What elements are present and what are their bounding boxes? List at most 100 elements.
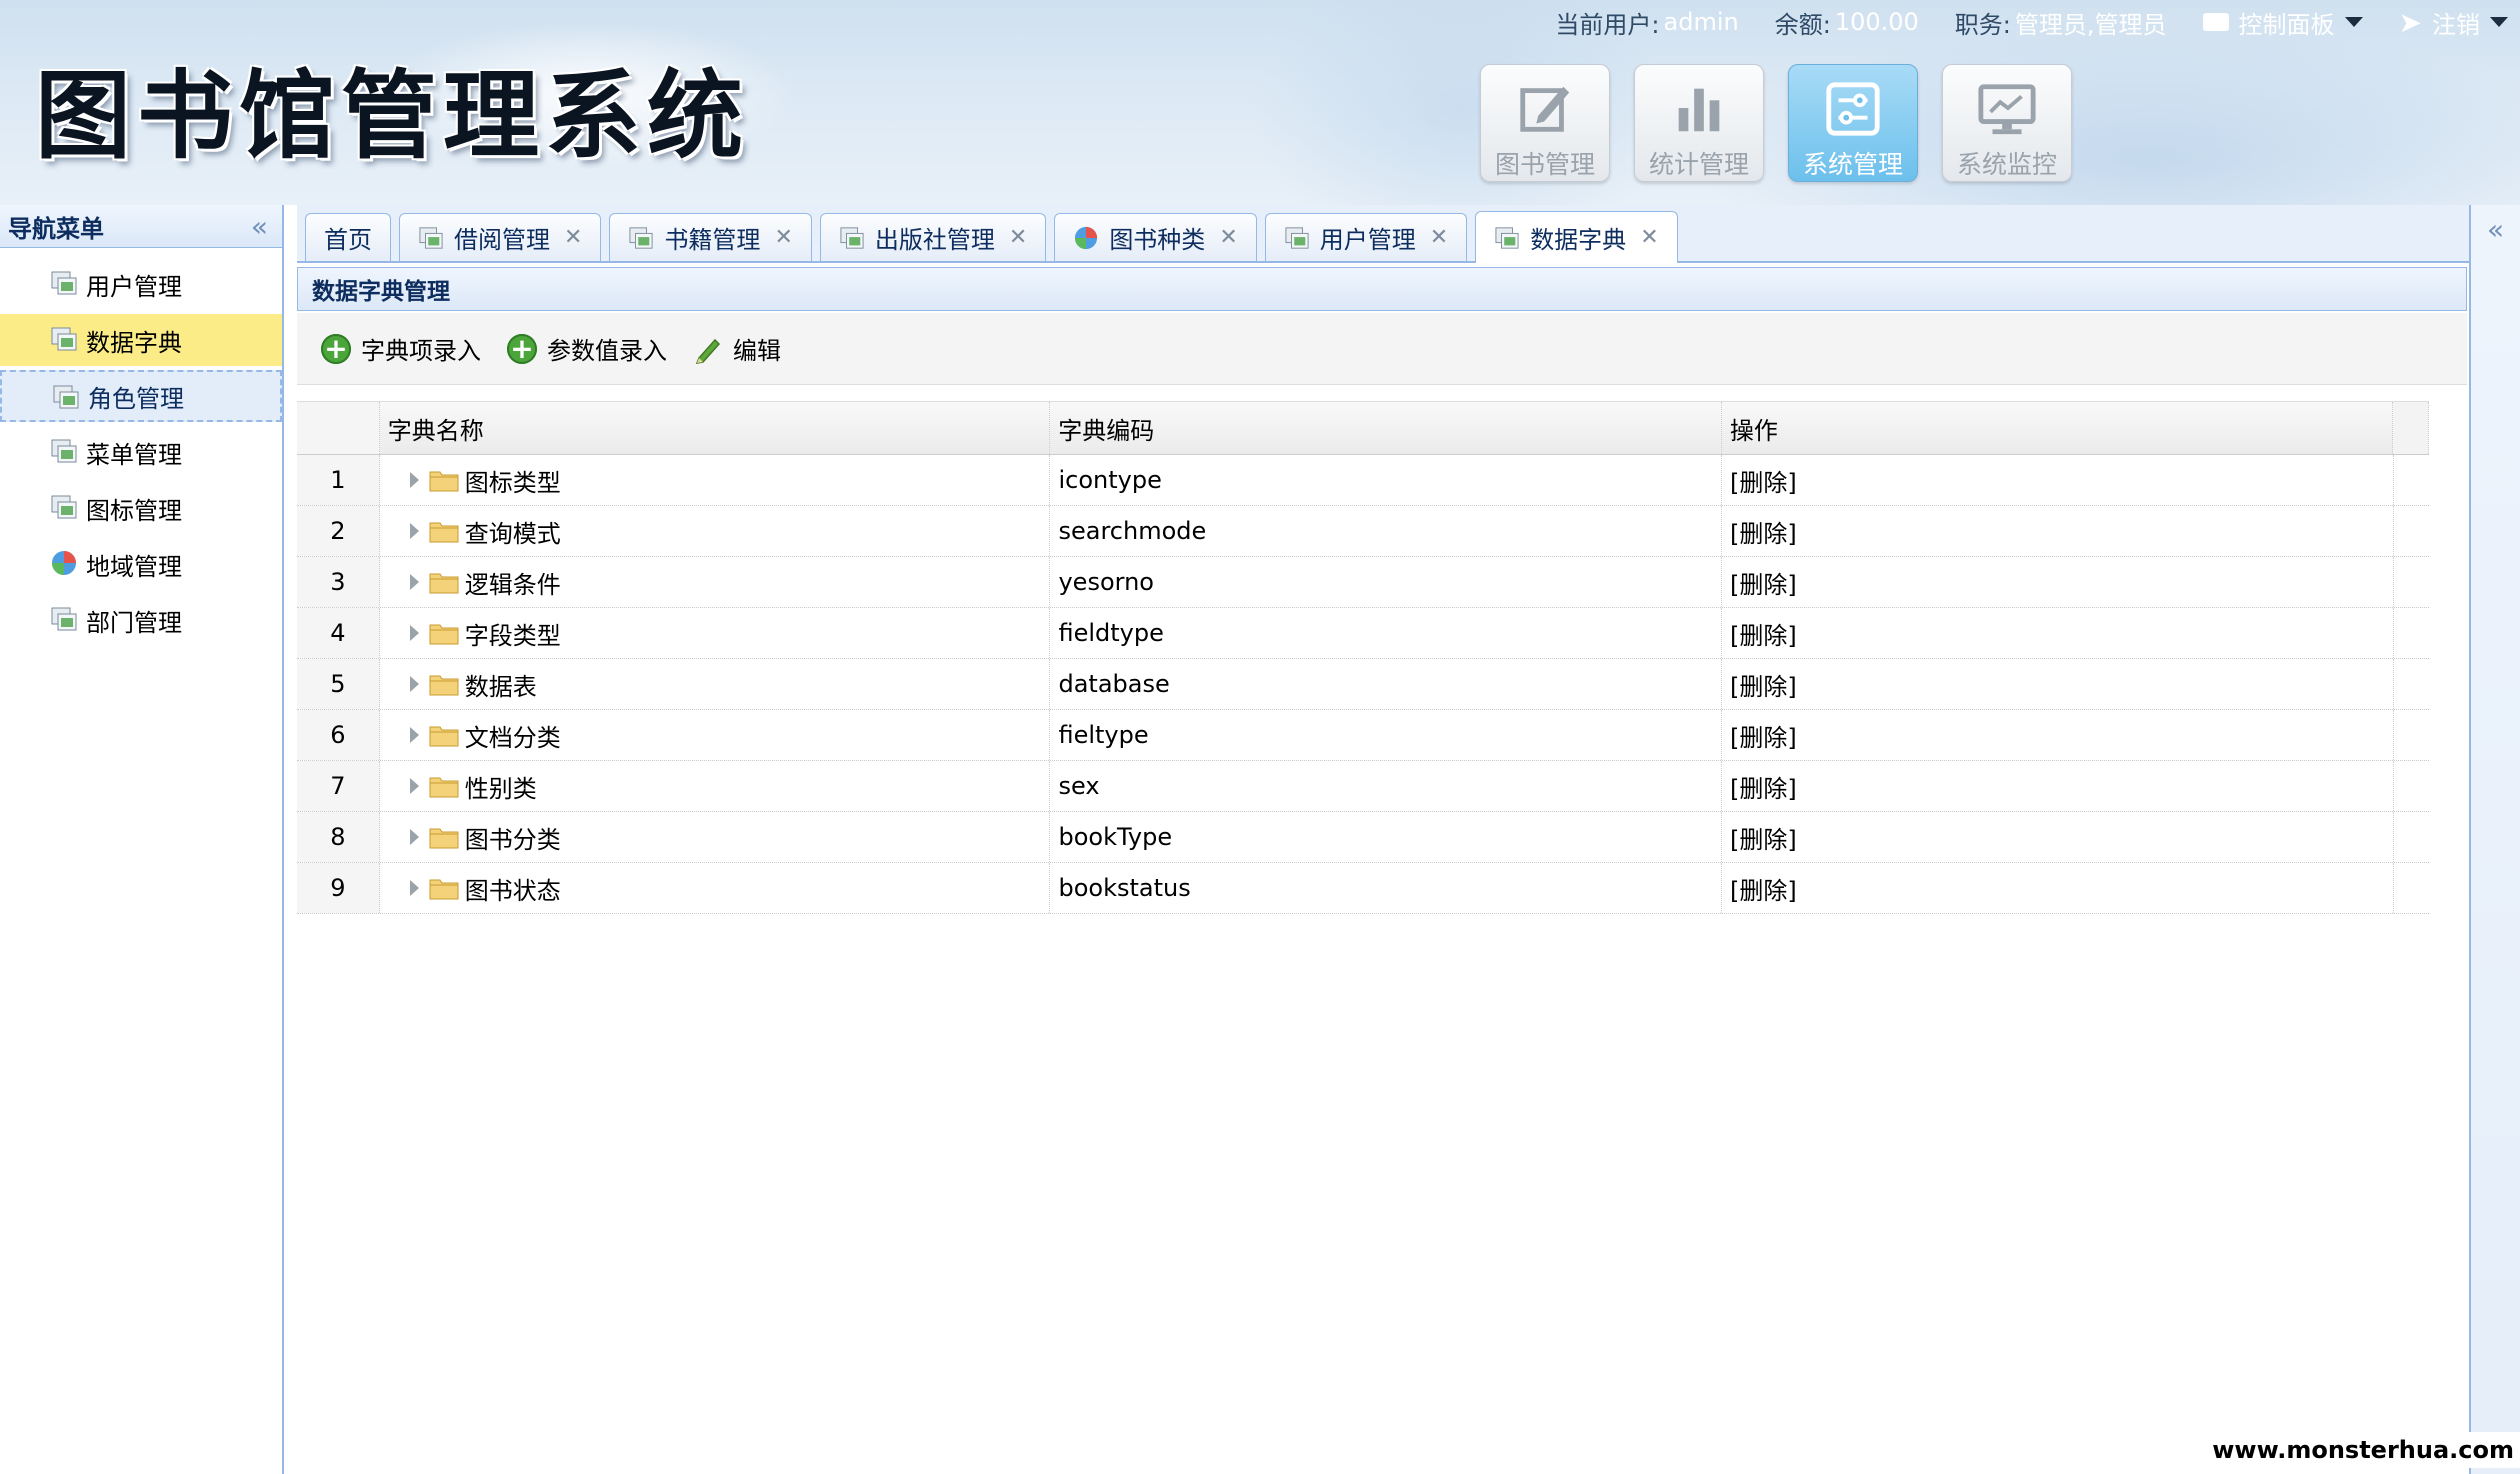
nav-item-department-management[interactable]: 部门管理 bbox=[0, 594, 282, 646]
expand-arrow-icon[interactable] bbox=[409, 574, 419, 590]
expand-arrow-icon[interactable] bbox=[409, 472, 419, 488]
tab-book-management[interactable]: 书籍管理 ✕ bbox=[609, 213, 812, 261]
expand-arrow-icon[interactable] bbox=[409, 727, 419, 743]
row-number: 1 bbox=[297, 455, 380, 505]
tab-label: 借阅管理 bbox=[454, 226, 550, 254]
watermark: www.monsterhua.com bbox=[2206, 1432, 2520, 1468]
role: 职务: 管理员,管理员 bbox=[1955, 5, 2167, 40]
row-number: 4 bbox=[297, 608, 380, 658]
nav-item-region-management[interactable]: 地域管理 bbox=[0, 538, 282, 590]
nav-item-menu-management[interactable]: 菜单管理 bbox=[0, 426, 282, 478]
delete-link[interactable]: [删除] bbox=[1722, 455, 2394, 505]
tab-publisher-management[interactable]: 出版社管理 ✕ bbox=[819, 213, 1047, 261]
delete-link[interactable]: [删除] bbox=[1722, 761, 2394, 811]
column-header-code[interactable]: 字典编码 bbox=[1050, 402, 1722, 454]
column-header-operation[interactable]: 操作 bbox=[1722, 402, 2394, 454]
row-filler bbox=[2393, 710, 2429, 760]
delete-link[interactable]: [删除] bbox=[1722, 608, 2394, 658]
expand-arrow-icon[interactable] bbox=[409, 625, 419, 641]
delete-link[interactable]: [删除] bbox=[1722, 863, 2394, 913]
tab-borrow-management[interactable]: 借阅管理 ✕ bbox=[399, 213, 602, 261]
table-row[interactable]: 5 数据表 database [删除] bbox=[297, 659, 2429, 710]
nav-item-icon-management[interactable]: 图标管理 bbox=[0, 482, 282, 534]
dict-code-cell: sex bbox=[1050, 761, 1723, 811]
delete-link[interactable]: [删除] bbox=[1722, 506, 2394, 556]
role-value: 管理员,管理员 bbox=[2014, 10, 2167, 39]
expand-arrow-icon[interactable] bbox=[409, 676, 419, 692]
table-row[interactable]: 8 图书分类 bookType [删除] bbox=[297, 812, 2429, 863]
close-icon[interactable]: ✕ bbox=[774, 225, 792, 250]
row-number: 2 bbox=[297, 506, 380, 556]
role-label: 职务: bbox=[1954, 10, 2011, 39]
app-title: 图书馆管理系统 bbox=[35, 60, 749, 172]
nav-item-data-dictionary[interactable]: 数据字典 bbox=[0, 314, 282, 366]
expand-arrow-icon[interactable] bbox=[409, 523, 419, 539]
grid-header-filler bbox=[2393, 402, 2429, 454]
expand-arrow-icon[interactable] bbox=[409, 778, 419, 794]
table-row[interactable]: 1 图标类型 icontype [删除] bbox=[297, 455, 2429, 506]
tab-book-category[interactable]: 图书种类 ✕ bbox=[1054, 213, 1257, 261]
dict-name-cell: 查询模式 bbox=[380, 506, 1051, 556]
row-filler bbox=[2393, 557, 2429, 607]
close-icon[interactable]: ✕ bbox=[1640, 225, 1658, 250]
expand-arrow-icon[interactable] bbox=[409, 880, 419, 896]
module-statistics[interactable]: 统计管理 bbox=[1634, 64, 1764, 182]
settings-sliders-icon bbox=[1826, 82, 1880, 136]
expand-arrow-icon[interactable] bbox=[409, 829, 419, 845]
tab-data-dictionary[interactable]: 数据字典 ✕ bbox=[1475, 211, 1678, 263]
nav-item-role-management[interactable]: 角色管理 bbox=[0, 370, 282, 422]
dict-name: 查询模式 bbox=[464, 519, 561, 548]
dict-code-cell: searchmode bbox=[1050, 506, 1723, 556]
control-panel-menu[interactable]: 控制面板 bbox=[2202, 5, 2363, 40]
nav-item-label: 部门管理 bbox=[86, 608, 182, 637]
tab-user-management[interactable]: 用户管理 ✕ bbox=[1264, 213, 1468, 261]
folder-icon bbox=[429, 777, 459, 798]
row-number-header bbox=[297, 402, 380, 454]
edit-button[interactable]: 编辑 bbox=[693, 331, 781, 366]
dict-code-cell: fieltype bbox=[1050, 710, 1723, 760]
dict-name-cell: 数据表 bbox=[380, 659, 1051, 709]
delete-link[interactable]: [删除] bbox=[1722, 659, 2394, 709]
module-label: 系统管理 bbox=[1802, 150, 1903, 179]
logout-menu[interactable]: ➤ 注销 bbox=[2399, 5, 2508, 40]
window-icon bbox=[51, 495, 77, 519]
close-icon[interactable]: ✕ bbox=[1219, 225, 1237, 250]
add-dict-item-button[interactable]: + 字典项录入 bbox=[321, 331, 481, 366]
folder-icon bbox=[429, 624, 459, 645]
table-row[interactable]: 6 文档分类 fieltype [删除] bbox=[297, 710, 2429, 761]
module-book-management[interactable]: 图书管理 bbox=[1480, 64, 1610, 182]
collapse-left-icon[interactable]: « bbox=[251, 210, 268, 243]
table-row[interactable]: 2 查询模式 searchmode [删除] bbox=[297, 506, 2429, 557]
nav-item-user-management[interactable]: 用户管理 bbox=[0, 258, 282, 310]
window-icon bbox=[51, 439, 77, 463]
dict-name: 图书分类 bbox=[464, 825, 561, 854]
row-filler bbox=[2393, 761, 2429, 811]
dict-name-cell: 逻辑条件 bbox=[380, 557, 1051, 607]
module-system-monitor[interactable]: 系统监控 bbox=[1942, 64, 2072, 182]
row-number: 9 bbox=[297, 863, 380, 913]
dict-code-cell: icontype bbox=[1050, 455, 1723, 505]
close-icon[interactable]: ✕ bbox=[564, 225, 582, 250]
close-icon[interactable]: ✕ bbox=[1009, 225, 1027, 250]
row-number: 7 bbox=[297, 761, 380, 811]
row-filler bbox=[2393, 812, 2429, 862]
column-header-name[interactable]: 字典名称 bbox=[380, 402, 1051, 454]
table-row[interactable]: 4 字段类型 fieldtype [删除] bbox=[297, 608, 2429, 659]
close-icon[interactable]: ✕ bbox=[1430, 225, 1448, 250]
nav-item-label: 数据字典 bbox=[86, 328, 182, 357]
row-filler bbox=[2393, 659, 2429, 709]
expand-left-icon[interactable]: « bbox=[2487, 213, 2504, 246]
delete-link[interactable]: [删除] bbox=[1722, 557, 2394, 607]
table-row[interactable]: 7 性别类 sex [删除] bbox=[297, 761, 2429, 812]
delete-link[interactable]: [删除] bbox=[1722, 710, 2394, 760]
table-row[interactable]: 3 逻辑条件 yesorno [删除] bbox=[297, 557, 2429, 608]
add-param-value-button[interactable]: + 参数值录入 bbox=[507, 331, 667, 366]
dict-name: 性别类 bbox=[464, 774, 537, 803]
control-panel-label: 控制面板 bbox=[2238, 10, 2335, 39]
dict-name: 逻辑条件 bbox=[464, 570, 561, 599]
tab-home[interactable]: 首页 bbox=[305, 213, 391, 261]
tab-label: 出版社管理 bbox=[874, 226, 995, 254]
module-system-management[interactable]: 系统管理 bbox=[1788, 64, 1918, 182]
delete-link[interactable]: [删除] bbox=[1722, 812, 2394, 862]
table-row[interactable]: 9 图书状态 bookstatus [删除] bbox=[297, 863, 2429, 914]
